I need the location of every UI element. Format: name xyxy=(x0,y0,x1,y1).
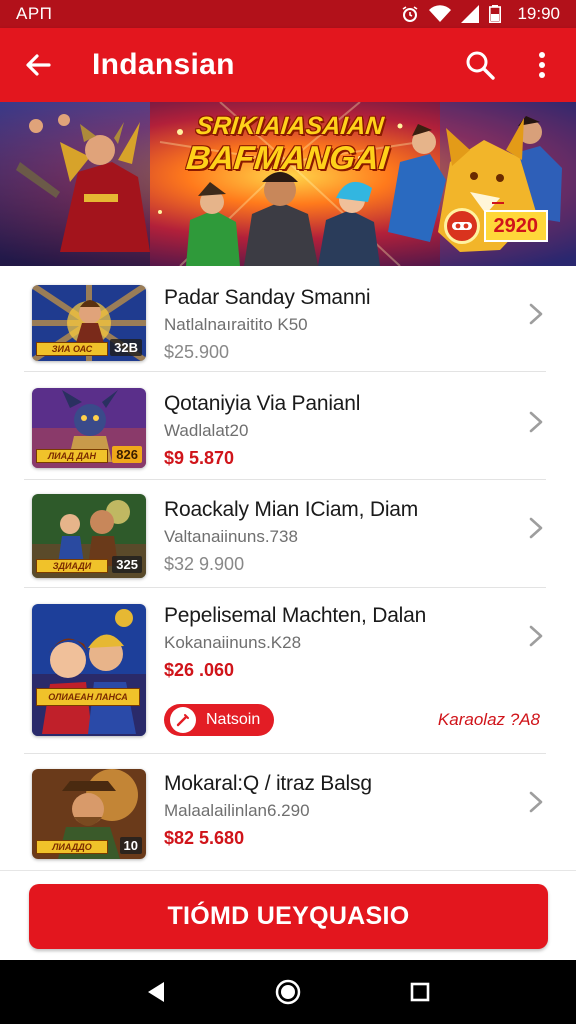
wifi-icon xyxy=(429,5,452,23)
item-text: Pepelisemal Machten, Dalan Kokanaiinuns.… xyxy=(164,604,426,681)
chevron-right-icon xyxy=(529,411,543,433)
item-text: Mokaral:Q / itraz Balsg Malaalailinlan6.… xyxy=(164,772,372,849)
status-bar: APΠ 19:90 xyxy=(0,0,576,28)
primary-cta-button[interactable]: TIÓMD UEYQUASIO xyxy=(29,884,548,949)
item-red-link[interactable]: Karaolaz ?A8 xyxy=(438,710,540,730)
nav-home-button[interactable] xyxy=(264,968,312,1016)
chevron-right-icon xyxy=(529,625,543,647)
nav-recents-icon xyxy=(410,982,430,1002)
edit-icon xyxy=(170,707,196,733)
item-title: Mokaral:Q / itraz Balsg xyxy=(164,772,372,795)
thumb-tag: 32B xyxy=(110,339,142,356)
item-price: $26 .060 xyxy=(164,660,426,681)
chevron-right-icon xyxy=(529,517,543,539)
alarm-icon xyxy=(401,5,419,23)
nav-home-icon xyxy=(275,979,301,1005)
banner-price-value: 2920 xyxy=(493,215,539,237)
page-title: Indansian xyxy=(92,48,235,81)
thumb-game-logo: ЗИА ОАС xyxy=(36,342,108,356)
banner-price-badge: 2920 xyxy=(443,202,548,244)
item-text: Roackaly Mian ICiam, Diam Valtanaiinuns.… xyxy=(164,498,418,575)
nav-back-icon xyxy=(148,982,164,1002)
more-options-button[interactable] xyxy=(522,45,562,85)
item-price: $32 9.900 xyxy=(164,554,418,575)
banner-title-line1: SRIKIAIASAIAN xyxy=(194,112,386,140)
more-vert-icon xyxy=(539,52,545,78)
item-thumbnail: ЗИА ОАС 32B xyxy=(32,285,146,361)
item-title: Qotaniyia Via Panianl xyxy=(164,392,361,415)
signal-icon xyxy=(461,5,480,23)
thumb-game-logo: ЗДИАДИ xyxy=(36,559,108,573)
item-text: Padar Sanday Smanni Natlalnaıraitito K50… xyxy=(164,286,371,363)
product-list: ЗИА ОАС 32B Padar Sanday Smanni Natlalna… xyxy=(0,266,576,870)
thumb-game-logo: ЛИАД ДАН xyxy=(36,449,108,463)
item-text: Qotaniyia Via Panianl Wadlalat20 $9 5.87… xyxy=(164,392,360,469)
search-icon xyxy=(466,51,495,80)
nav-back-button[interactable] xyxy=(132,968,180,1016)
item-price-value: $26 .060 xyxy=(164,660,235,680)
list-item[interactable]: ЛИАД ДАН 826 Qotaniyia Via Panianl Wadla… xyxy=(0,372,576,480)
item-title: Roackaly Mian ICiam, Diam xyxy=(164,498,419,521)
item-price: $25.900 xyxy=(164,342,370,363)
banner-logo-icon xyxy=(443,208,480,244)
thumb-game-logo: ОЛИАЕАН ЛАНСА xyxy=(36,688,140,706)
banner-price-flag xyxy=(491,202,504,204)
back-button[interactable] xyxy=(18,45,58,85)
nav-recents-button[interactable] xyxy=(396,968,444,1016)
list-item[interactable]: ЗИА ОАС 32B Padar Sanday Smanni Natlalna… xyxy=(0,266,576,372)
banner-title-line2: BAFMANGAI xyxy=(184,139,391,176)
item-subtitle: Malaalailinlan6.290 xyxy=(164,801,310,820)
list-item[interactable]: ОЛИАЕАН ЛАНСА Pepelisemal Machten, Dalan… xyxy=(0,588,576,754)
app-actions xyxy=(460,45,562,85)
item-price-value: $82 5.680 xyxy=(164,828,245,848)
chevron-right-icon xyxy=(529,791,543,813)
item-title: Pepelisemal Machten, Dalan xyxy=(164,604,427,627)
app-bar: Indansian xyxy=(0,28,576,102)
item-thumbnail: ЛИАД ДАН 826 xyxy=(32,388,146,468)
bottom-action-area: TIÓMD UEYQUASIO xyxy=(0,870,576,960)
thumb-tag: 10 xyxy=(119,837,142,854)
item-subtitle: Valtanaiinuns.738 xyxy=(164,527,298,546)
thumb-game-logo: ЛИАДДО xyxy=(36,840,108,854)
banner-price: 2920 xyxy=(483,202,548,242)
list-item[interactable]: ЗДИАДИ 325 Roackaly Mian ICiam, Diam Val… xyxy=(0,480,576,588)
action-pill-button[interactable]: Natsoin xyxy=(164,704,275,736)
status-icons: 19:90 xyxy=(401,4,560,24)
item-price-value: $9 5.870 xyxy=(164,448,235,468)
system-nav-bar xyxy=(0,960,576,1024)
banner-title: SRIKIAIASAIAN BAFMANGAI xyxy=(184,112,391,176)
item-subtitle: Natlalnaıraitito K50 xyxy=(164,315,308,334)
item-price: $9 5.870 xyxy=(164,448,360,469)
back-arrow-icon xyxy=(26,54,51,76)
item-subtitle: Kokanaiinuns.K28 xyxy=(164,633,302,652)
item-price-value: $32 9.900 xyxy=(164,554,245,574)
item-title: Padar Sanday Smanni xyxy=(164,286,371,309)
promo-banner[interactable]: SRIKIAIASAIAN BAFMANGAI 2920 xyxy=(0,102,576,266)
status-time: 19:90 xyxy=(517,4,560,23)
battery-icon xyxy=(489,5,502,23)
item-thumbnail: ОЛИАЕАН ЛАНСА xyxy=(32,604,146,736)
item-subtitle: Wadlalat20 xyxy=(164,421,249,440)
search-button[interactable] xyxy=(460,45,500,85)
item-price: $82 5.680 xyxy=(164,828,372,849)
thumb-tag: 826 xyxy=(112,446,142,463)
item-price-value: $25.900 xyxy=(164,342,230,362)
carrier-label: APΠ xyxy=(16,4,53,23)
list-item[interactable]: ЛИАДДО 10 Mokaral:Q / itraz Balsg Malaal… xyxy=(0,754,576,870)
item-thumbnail: ЗДИАДИ 325 xyxy=(32,494,146,578)
thumb-tag: 325 xyxy=(112,556,142,573)
chevron-right-icon xyxy=(529,303,543,325)
item-thumbnail: ЛИАДДО 10 xyxy=(32,769,146,859)
action-pill-label: Natsoin xyxy=(206,711,261,728)
